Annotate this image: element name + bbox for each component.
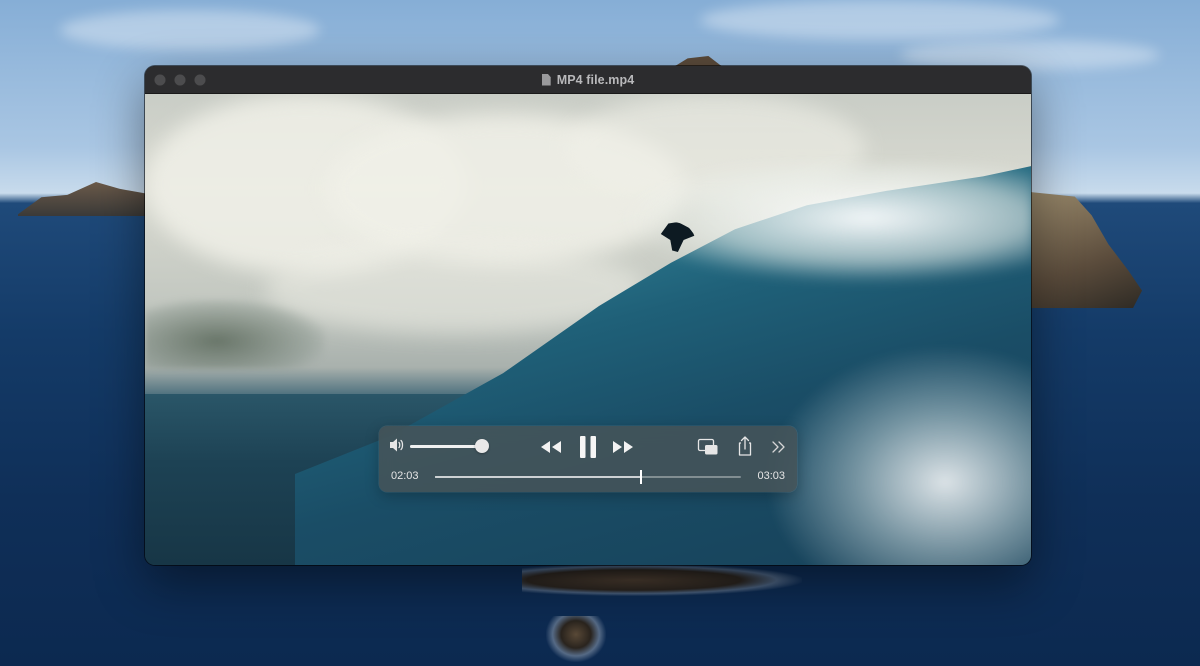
rewind-button[interactable] [539,436,563,458]
picture-in-picture-icon [697,438,718,455]
window-controls [154,74,206,86]
total-time: 03:03 [757,470,785,482]
pause-icon [580,436,596,458]
share-icon [738,436,752,456]
rocks [546,616,606,662]
rocks [522,564,802,596]
document-icon [541,73,551,86]
more-options-button[interactable] [769,436,789,458]
title-bar[interactable]: MP4 file.mp4 [145,66,1031,94]
speaker-icon[interactable] [388,437,406,453]
chevron-double-right-icon [772,441,785,453]
elapsed-time: 02:03 [391,470,419,482]
share-button[interactable] [735,434,755,458]
zoom-button[interactable] [194,74,206,86]
video-frame[interactable]: 02:03 03:03 [145,94,1031,565]
pause-button[interactable] [577,433,599,461]
volume-slider[interactable] [410,439,489,453]
timeline-progress [435,476,641,478]
island [18,182,148,216]
minimize-button[interactable] [174,74,186,86]
rewind-icon [541,441,561,453]
playhead[interactable] [639,470,642,484]
window-title: MP4 file.mp4 [556,72,635,87]
close-button[interactable] [154,74,166,86]
volume-knob[interactable] [475,439,489,453]
picture-in-picture-button[interactable] [697,436,719,458]
player-window[interactable]: MP4 file.mp4 02:03 03:03 [145,66,1031,565]
playback-controller: 02:03 03:03 [379,426,797,492]
timeline-scrubber[interactable] [435,470,741,484]
fast-forward-icon [613,441,633,453]
fast-forward-button[interactable] [611,436,635,458]
island [1030,192,1142,308]
volume-level [410,445,482,448]
